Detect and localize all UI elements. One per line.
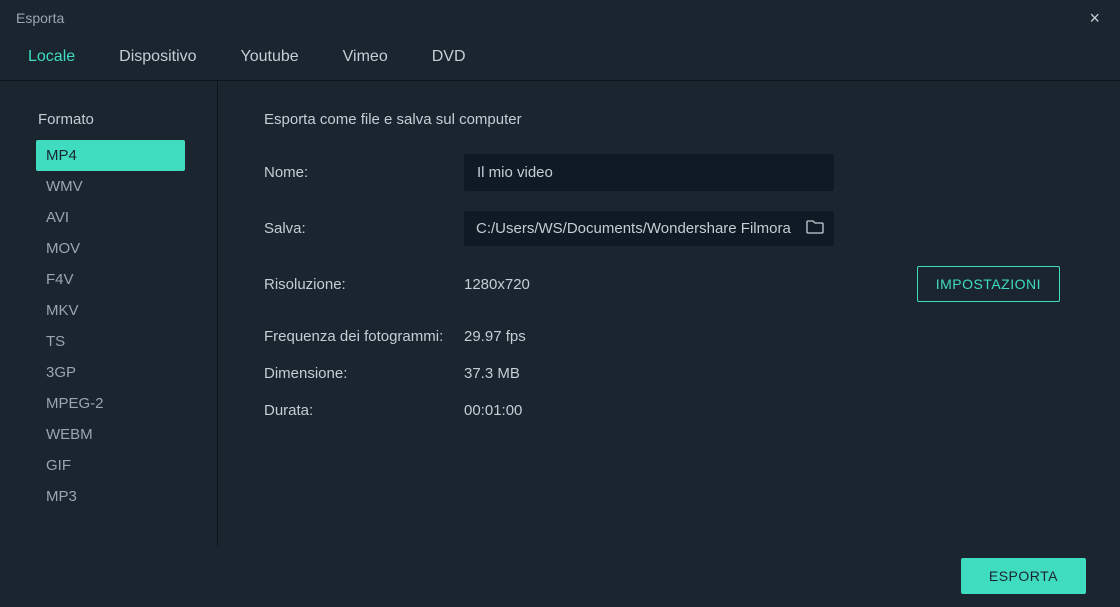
size-label: Dimensione:	[264, 365, 464, 382]
main-heading: Esporta come file e salva sul computer	[264, 111, 1060, 128]
fps-label: Frequenza dei fotogrammi:	[264, 328, 464, 345]
footer: ESPORTA	[0, 547, 1120, 605]
resolution-value: 1280x720	[464, 276, 530, 293]
close-icon[interactable]: ×	[1081, 4, 1108, 33]
sidebar-title: Formato	[38, 111, 217, 128]
folder-icon[interactable]	[806, 220, 824, 237]
format-mpeg2[interactable]: MPEG-2	[36, 388, 185, 419]
save-path-text: C:/Users/WS/Documents/Wondershare Filmor…	[476, 220, 798, 237]
format-wmv[interactable]: WMV	[36, 171, 185, 202]
format-gif[interactable]: GIF	[36, 450, 185, 481]
tab-dispositivo[interactable]: Dispositivo	[119, 48, 196, 72]
settings-button[interactable]: IMPOSTAZIONI	[917, 266, 1060, 302]
save-path-field[interactable]: C:/Users/WS/Documents/Wondershare Filmor…	[464, 211, 834, 246]
format-sidebar: Formato MP4 WMV AVI MOV F4V MKV TS 3GP M…	[0, 81, 218, 547]
window-title: Esporta	[16, 10, 64, 26]
format-mp3[interactable]: MP3	[36, 481, 185, 512]
duration-label: Durata:	[264, 402, 464, 419]
tab-bar: Locale Dispositivo Youtube Vimeo DVD	[0, 36, 1120, 81]
format-mkv[interactable]: MKV	[36, 295, 185, 326]
save-label: Salva:	[264, 220, 464, 237]
format-avi[interactable]: AVI	[36, 202, 185, 233]
tab-youtube[interactable]: Youtube	[241, 48, 299, 72]
fps-value: 29.97 fps	[464, 328, 526, 345]
main-panel: Esporta come file e salva sul computer N…	[218, 81, 1120, 547]
name-label: Nome:	[264, 164, 464, 181]
format-3gp[interactable]: 3GP	[36, 357, 185, 388]
format-ts[interactable]: TS	[36, 326, 185, 357]
title-bar: Esporta ×	[0, 0, 1120, 36]
format-webm[interactable]: WEBM	[36, 419, 185, 450]
format-f4v[interactable]: F4V	[36, 264, 185, 295]
format-mp4[interactable]: MP4	[36, 140, 185, 171]
export-button[interactable]: ESPORTA	[961, 558, 1086, 594]
resolution-label: Risoluzione:	[264, 276, 464, 293]
tab-vimeo[interactable]: Vimeo	[343, 48, 388, 72]
duration-value: 00:01:00	[464, 402, 522, 419]
format-mov[interactable]: MOV	[36, 233, 185, 264]
tab-dvd[interactable]: DVD	[432, 48, 466, 72]
size-value: 37.3 MB	[464, 365, 520, 382]
name-input[interactable]	[464, 154, 834, 191]
tab-locale[interactable]: Locale	[28, 48, 75, 72]
